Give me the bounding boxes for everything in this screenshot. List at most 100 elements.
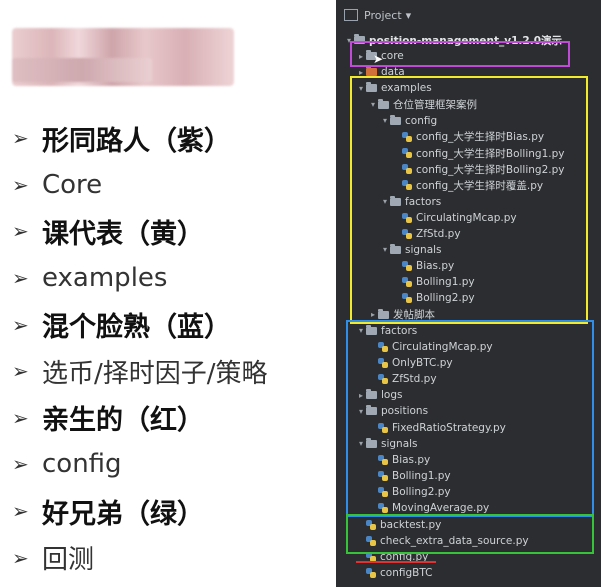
folder-icon bbox=[390, 243, 401, 254]
bullet-text: config bbox=[42, 449, 122, 480]
bullet-item: ➢ 选币/择时因子/策略 bbox=[12, 348, 268, 395]
tree-folder-row[interactable]: ▾ factors bbox=[356, 323, 417, 339]
tree-item-label: 仓位管理框架案例 bbox=[393, 99, 477, 112]
chevron-down-icon[interactable]: ▾ bbox=[406, 9, 412, 22]
underline-config bbox=[356, 561, 436, 563]
tree-file-row[interactable]: Bolling1.py bbox=[392, 274, 475, 290]
tree-file-row[interactable]: config_大学生择时Bias.py bbox=[392, 129, 544, 145]
bullet-text: 形同路人（紫） bbox=[42, 125, 231, 157]
tree-item-label: Bolling1.py bbox=[392, 470, 451, 483]
bullet-item: ➢ 好兄弟（绿） bbox=[12, 488, 268, 535]
tree-folder-row[interactable]: ▾ signals bbox=[356, 436, 418, 452]
tree-item-label: signals bbox=[381, 437, 418, 450]
bullet-text: 回测 bbox=[42, 545, 95, 576]
python-file-icon bbox=[402, 131, 412, 142]
folder-icon bbox=[366, 324, 377, 335]
chevron-right-icon[interactable]: ▸ bbox=[356, 52, 366, 61]
bullet-list: ➢ 形同路人（紫） ➢ Core ➢ 课代表（黄） ➢ examples ➢ 混个脸熟（蓝… bbox=[12, 115, 268, 581]
tree-item-label: core bbox=[381, 50, 404, 63]
chevron-down-icon[interactable]: ▾ bbox=[368, 100, 378, 109]
tree-folder-row[interactable]: ▾ position-management_v1.2.0演示 bbox=[344, 32, 562, 48]
tree-item-label: examples bbox=[381, 82, 432, 95]
tree-folder-row[interactable]: ▾ config bbox=[380, 113, 437, 129]
tree-file-row[interactable]: FixedRatioStrategy.py bbox=[368, 420, 506, 436]
tree-file-row[interactable]: backtest.py bbox=[356, 517, 441, 533]
chevron-down-icon[interactable]: ▾ bbox=[380, 245, 390, 254]
bullet-text: 混个脸熟（蓝） bbox=[42, 312, 231, 344]
tree-file-row[interactable]: CirculatingMcap.py bbox=[392, 210, 517, 226]
chevron-right-icon[interactable]: ▸ bbox=[368, 310, 378, 319]
tree-file-row[interactable]: ZfStd.py bbox=[368, 371, 437, 387]
tree-item-label: Bolling2.py bbox=[392, 486, 451, 499]
project-icon bbox=[344, 9, 358, 21]
python-file-icon bbox=[366, 567, 376, 578]
chevron-down-icon[interactable]: ▾ bbox=[380, 197, 390, 206]
chevron-down-icon[interactable]: ▾ bbox=[356, 407, 366, 416]
tree-item-label: Bolling1.py bbox=[416, 276, 475, 289]
tree-item-label: Bias.py bbox=[392, 453, 431, 466]
folder-icon bbox=[390, 114, 401, 125]
tree-file-row[interactable]: Bolling1.py bbox=[368, 468, 451, 484]
python-file-icon bbox=[402, 212, 412, 223]
tree-file-row[interactable]: Bias.py bbox=[392, 258, 454, 274]
tree-item-label: Bolling2.py bbox=[416, 292, 475, 305]
chevron-down-icon[interactable]: ▾ bbox=[356, 84, 366, 93]
python-file-icon bbox=[378, 374, 388, 385]
tree-folder-row[interactable]: ▸ data bbox=[356, 64, 405, 80]
folder-icon bbox=[366, 405, 377, 416]
tree-item-label: factors bbox=[405, 195, 442, 208]
bullet-text: 好兄弟（绿） bbox=[42, 498, 204, 530]
tree-file-row[interactable]: check_extra_data_source.py bbox=[356, 533, 529, 549]
tree-file-row[interactable]: MovingAverage.py bbox=[368, 500, 489, 516]
tree-file-row[interactable]: OnlyBTC.py bbox=[368, 355, 453, 371]
folder-icon bbox=[390, 195, 401, 206]
tree-file-row[interactable]: config_大学生择时覆盖.py bbox=[392, 177, 543, 193]
chevron-right-icon[interactable]: ▸ bbox=[356, 391, 366, 400]
tree-folder-row[interactable]: ▾ signals bbox=[380, 242, 442, 258]
python-file-icon bbox=[378, 487, 388, 498]
chevron-down-icon[interactable]: ▾ bbox=[356, 326, 366, 335]
bullet-item: ➢ config bbox=[12, 441, 268, 488]
tree-folder-row[interactable]: ▸ logs bbox=[356, 387, 402, 403]
tree-item-label: config_大学生择时Bolling2.py bbox=[416, 163, 565, 176]
bullet-item: ➢ 回测 bbox=[12, 534, 268, 581]
tree-item-label: CirculatingMcap.py bbox=[392, 340, 493, 353]
folder-icon bbox=[378, 308, 389, 319]
project-panel-header[interactable]: Project ▾ bbox=[336, 0, 601, 30]
python-file-icon bbox=[378, 358, 388, 368]
chevron-down-icon[interactable]: ▾ bbox=[344, 36, 354, 45]
slide-panel: ➢ 形同路人（紫） ➢ Core ➢ 课代表（黄） ➢ examples ➢ 混个脸熟（蓝… bbox=[0, 0, 336, 587]
tree-item-label: config_大学生择时Bolling1.py bbox=[416, 147, 565, 160]
python-file-icon bbox=[378, 341, 388, 352]
tree-folder-row[interactable]: ▾ 仓位管理框架案例 bbox=[368, 97, 477, 113]
tree-file-row[interactable]: Bias.py bbox=[368, 452, 430, 468]
folder-icon bbox=[366, 66, 377, 77]
tree-item-label: Bias.py bbox=[416, 260, 455, 273]
tree-file-row[interactable]: ZfStd.py bbox=[392, 226, 461, 242]
python-file-icon bbox=[378, 503, 388, 514]
tree-file-row[interactable]: CirculatingMcap.py bbox=[368, 339, 493, 355]
python-file-icon bbox=[402, 148, 412, 159]
chevron-down-icon[interactable]: ▾ bbox=[356, 439, 366, 448]
chevron-down-icon[interactable]: ▾ bbox=[380, 116, 390, 125]
tree-file-row[interactable]: config_大学生择时Bolling2.py bbox=[392, 161, 564, 177]
tree-folder-row[interactable]: ▾ examples bbox=[356, 80, 432, 96]
tree-folder-row[interactable]: ▾ factors bbox=[380, 194, 441, 210]
chevron-right-icon[interactable]: ▸ bbox=[356, 68, 366, 77]
python-file-icon bbox=[402, 277, 412, 288]
tree-file-row[interactable]: config_大学生择时Bolling1.py bbox=[392, 145, 564, 161]
folder-icon bbox=[378, 98, 389, 109]
tree-file-row[interactable]: Bolling2.py bbox=[368, 484, 451, 500]
bullet-text: examples bbox=[42, 263, 168, 294]
tree-item-label: check_extra_data_source.py bbox=[380, 534, 529, 547]
tree-item-label: data bbox=[381, 66, 405, 79]
arrow-bullet-icon: ➢ bbox=[12, 499, 29, 524]
project-panel-title[interactable]: Project bbox=[364, 9, 402, 22]
tree-file-row[interactable]: configBTC bbox=[356, 565, 432, 581]
arrow-bullet-icon: ➢ bbox=[12, 126, 29, 151]
tree-folder-row[interactable]: ▾ positions bbox=[356, 403, 428, 419]
tree-folder-row[interactable]: ▸ 发帖脚本 bbox=[368, 307, 435, 323]
tree-file-row[interactable]: Bolling2.py bbox=[392, 290, 475, 306]
arrow-bullet-icon: ➢ bbox=[12, 172, 29, 197]
folder-icon bbox=[354, 34, 365, 44]
